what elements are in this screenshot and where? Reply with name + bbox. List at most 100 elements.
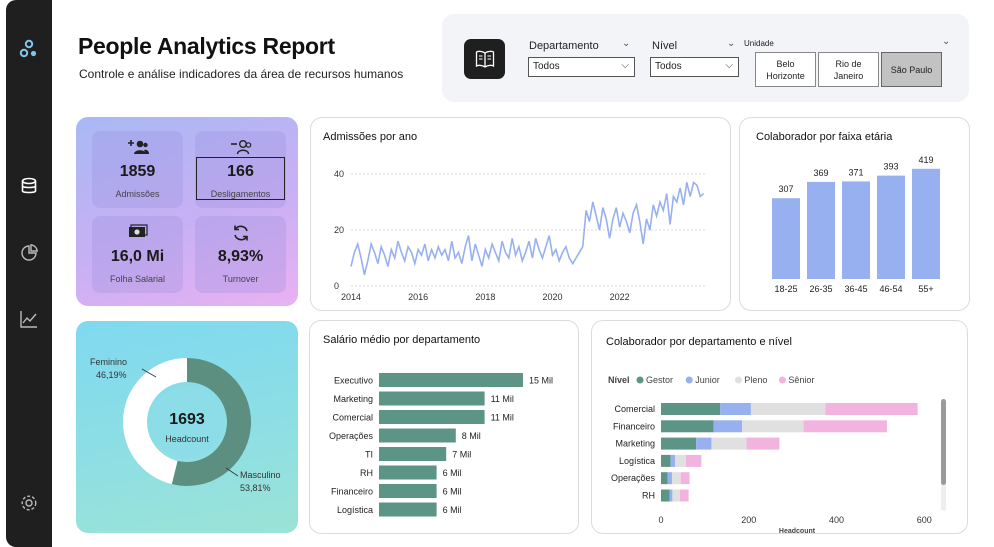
stack-segment-pleno[interactable]: [750, 403, 826, 415]
salary-bar[interactable]: [379, 373, 523, 387]
age-bar-value: 307: [778, 184, 793, 194]
department-label: Financeiro: [613, 421, 655, 431]
age-bar[interactable]: [842, 181, 870, 279]
stack-segment-sênior[interactable]: [803, 420, 887, 433]
stack-segment-junior[interactable]: [669, 489, 673, 502]
unit-button-rio-de-janeiro[interactable]: Rio de Janeiro: [818, 52, 879, 87]
legend-label[interactable]: Gestor: [646, 375, 673, 385]
x-tick-label: 600: [917, 515, 932, 525]
settings-icon[interactable]: [18, 492, 40, 514]
stack-segment-sênior[interactable]: [680, 472, 690, 485]
legend-label[interactable]: Junior: [695, 375, 720, 385]
chevron-down-icon[interactable]: ⌄: [727, 38, 735, 49]
unidade-label: Unidade: [744, 39, 774, 48]
chevron-down-icon[interactable]: ⌄: [942, 36, 950, 47]
legend-label[interactable]: Sênior: [788, 375, 814, 385]
line-chart-icon[interactable]: [18, 308, 40, 330]
unit-button-belo-horizonte[interactable]: Belo Horizonte: [755, 52, 816, 87]
salary-bar[interactable]: [379, 447, 447, 461]
age-bar[interactable]: [877, 175, 905, 279]
age-bar[interactable]: [912, 168, 940, 279]
stack-segment-pleno[interactable]: [672, 489, 680, 502]
department-label: Financeiro: [331, 487, 373, 497]
nivel-select[interactable]: Todos ⌵: [650, 57, 739, 77]
legend-marker: [778, 376, 786, 384]
scrollbar-thumb[interactable]: [941, 399, 946, 485]
stack-segment-gestor[interactable]: [661, 454, 671, 467]
department-label: Marketing: [333, 394, 373, 404]
age-category-label: 18-25: [774, 284, 797, 294]
stack-segment-junior[interactable]: [720, 403, 751, 415]
stack-segment-gestor[interactable]: [661, 403, 721, 415]
stack-segment-pleno[interactable]: [675, 454, 687, 467]
x-tick-label: 2016: [408, 292, 428, 302]
departamento-select[interactable]: Todos ⌵: [528, 57, 635, 77]
stack-segment-gestor[interactable]: [661, 420, 714, 433]
stack-segment-junior[interactable]: [667, 472, 672, 485]
stack-segment-sênior[interactable]: [825, 403, 918, 415]
salary-value-label: 11 Mil: [491, 413, 514, 423]
headcount-panel: 1693 Headcount Feminino 46,19% Masculino…: [76, 321, 298, 533]
stack-segment-pleno[interactable]: [671, 472, 681, 485]
salario-card: Salário médio por departamento Executivo…: [309, 320, 579, 534]
salary-value-label: 7 Mil: [452, 450, 471, 460]
x-axis-label: Headcount: [779, 528, 816, 533]
department-label: Comercial: [332, 413, 373, 423]
age-bar-value: 369: [813, 168, 828, 178]
stack-segment-gestor[interactable]: [661, 489, 670, 502]
legend-title: Nível: [608, 375, 630, 385]
stack-segment-sênior[interactable]: [679, 489, 689, 502]
stack-segment-gestor[interactable]: [661, 437, 697, 450]
donut-center-value: 1693: [169, 411, 205, 428]
stack-segment-gestor[interactable]: [661, 472, 668, 485]
unit-button-sao-paulo[interactable]: São Paulo: [881, 52, 942, 87]
kpi-admissoes[interactable]: 1859 Admissões: [92, 131, 183, 208]
salary-bar[interactable]: [379, 410, 485, 424]
salary-value-label: 6 Mil: [443, 487, 462, 497]
departamento-label: Departamento: [529, 40, 599, 52]
stack-segment-pleno[interactable]: [742, 420, 804, 433]
department-label: Comercial: [614, 404, 655, 414]
pie-chart-icon[interactable]: [18, 242, 40, 264]
money-icon: [92, 224, 183, 243]
chevron-down-icon[interactable]: ⌄: [622, 38, 630, 49]
salary-bar[interactable]: [379, 391, 485, 406]
department-label: Logística: [619, 456, 655, 466]
nivel-label: Nível: [652, 40, 678, 52]
stack-segment-sênior[interactable]: [746, 437, 780, 450]
x-tick-label: 2014: [341, 292, 361, 302]
stack-segment-pleno[interactable]: [711, 437, 747, 450]
salary-bar[interactable]: [379, 484, 437, 498]
kpi-value: 16,0 Mi: [110, 248, 165, 265]
age-category-label: 55+: [918, 284, 933, 294]
kpi-folha-salarial[interactable]: 16,0 Mi Folha Salarial: [92, 216, 183, 293]
age-bar[interactable]: [772, 198, 800, 279]
filter-panel-button[interactable]: [464, 39, 505, 79]
stack-segment-junior[interactable]: [670, 454, 676, 467]
salary-bar[interactable]: [379, 502, 437, 517]
age-category-label: 46-54: [879, 284, 902, 294]
kpi-label: Turnover: [222, 274, 259, 284]
user-remove-icon: [195, 139, 286, 158]
y-tick-label: 40: [334, 169, 344, 179]
legend-label[interactable]: Pleno: [744, 375, 767, 385]
age-bar-value: 393: [883, 162, 898, 172]
navigation-rail: [6, 0, 52, 547]
department-label: RH: [360, 468, 373, 478]
salary-value-label: 6 Mil: [443, 505, 462, 515]
book-icon: [475, 50, 494, 68]
stack-segment-junior[interactable]: [713, 420, 743, 433]
age-bar[interactable]: [807, 181, 835, 279]
stack-segment-sênior[interactable]: [686, 454, 702, 467]
department-label: Logística: [337, 505, 373, 515]
salary-bar[interactable]: [379, 465, 437, 480]
salary-bar[interactable]: [379, 428, 456, 443]
logo-icon[interactable]: [18, 38, 40, 60]
x-tick-label: 2020: [542, 292, 562, 302]
stack-segment-junior[interactable]: [696, 437, 712, 450]
admissoes-series-line[interactable]: [350, 180, 705, 275]
kpi-label: Folha Salarial: [109, 274, 166, 284]
kpi-value: 8,93%: [217, 248, 264, 265]
kpi-turnover[interactable]: 8,93% Turnover: [195, 216, 286, 293]
database-icon[interactable]: [18, 175, 40, 197]
